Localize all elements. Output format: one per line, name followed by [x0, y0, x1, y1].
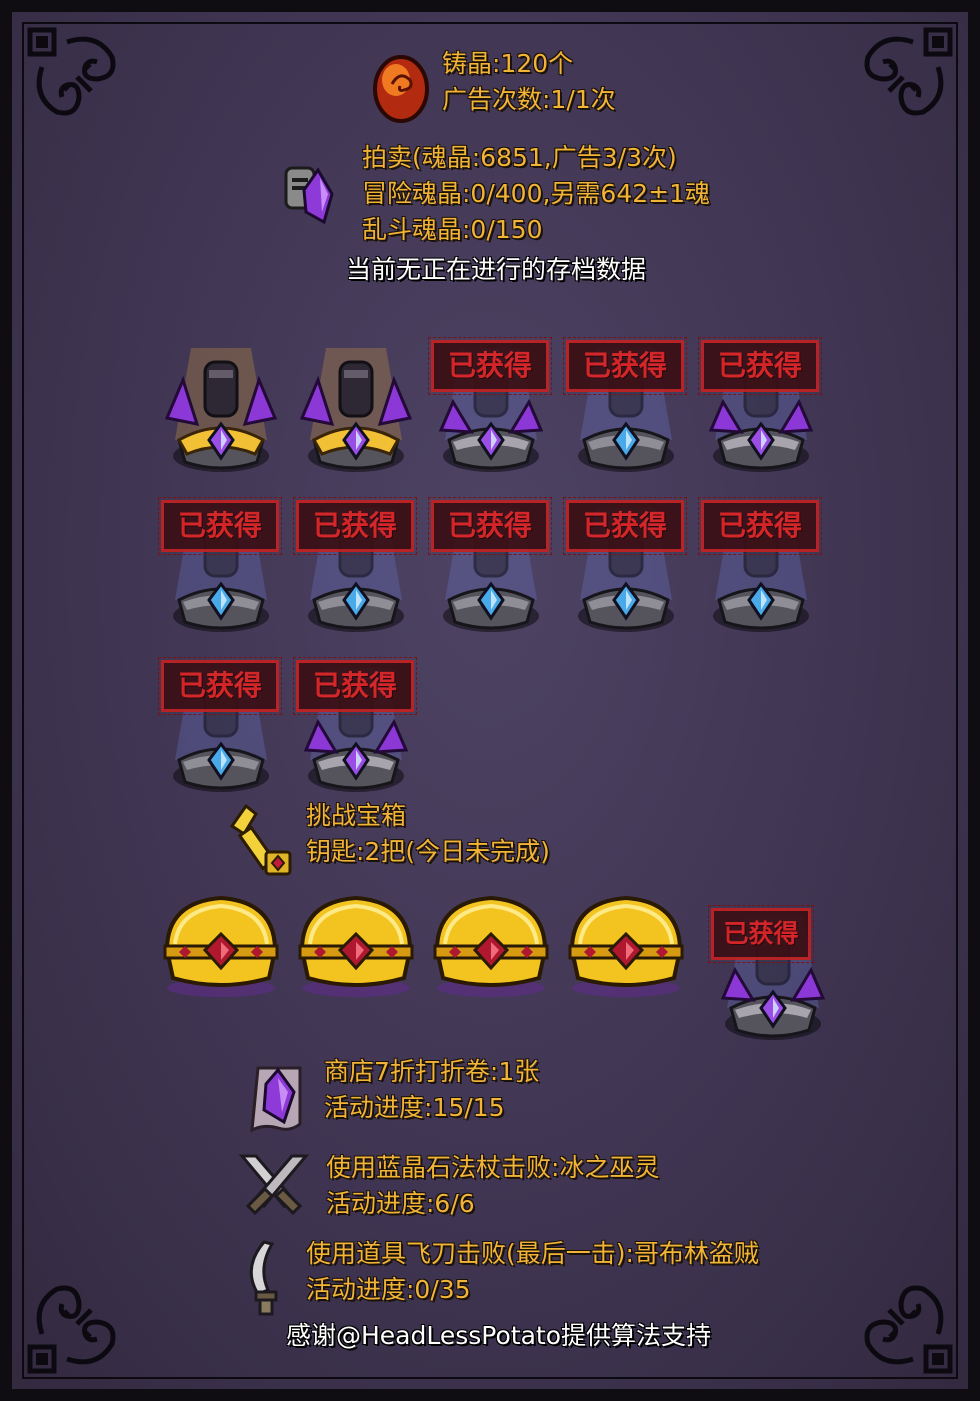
reward-slot-golden-helm: 已获得 [157, 648, 285, 798]
obtained-stamp: 已获得 [428, 497, 552, 555]
reward-slot-golden-beast: 已获得 [697, 488, 825, 638]
red-soul-gem-icon [370, 52, 432, 124]
treasure-chest-icon[interactable] [292, 888, 420, 998]
reward-slot-shadow-beast: 已获得 [292, 648, 420, 798]
reward-slot-blade: 已获得 [562, 328, 690, 478]
shop-coupon-count: 商店7折打折卷:1张 [324, 1057, 540, 1086]
reward-slot-staff: 已获得 [427, 328, 555, 478]
crossed-swords-icon [236, 1150, 312, 1224]
achievement-panel: 铸晶:120个 广告次数:1/1次 拍卖(魂晶:6851,广告3/3次) 冒险魂… [0, 0, 980, 1401]
save-status-text: 当前无正在进行的存档数据 [346, 255, 647, 284]
reward-slot-golden-axe: 已获得 [427, 488, 555, 638]
corner-ornament-bottom-right [848, 1269, 958, 1379]
knife-quest-progress: 活动进度:0/35 [306, 1275, 471, 1304]
casting-count: 铸晶:120个 [442, 49, 574, 78]
corner-ornament-top-left [22, 22, 132, 132]
reward-slot-mace: 已获得 [157, 488, 285, 638]
golden-key-icon [226, 800, 296, 880]
auction-soul-gem-info: 拍卖(魂晶:6851,广告3/3次) [362, 143, 677, 172]
obtained-stamp: 已获得 [563, 337, 687, 395]
shop-event-progress: 活动进度:15/15 [324, 1093, 505, 1122]
obtained-stamp: 已获得 [158, 657, 282, 715]
staff-quest-progress: 活动进度:6/6 [326, 1189, 475, 1218]
reward-slot-chest-reward: 已获得 [708, 896, 837, 1046]
reward-slot-dark-knight [157, 328, 285, 478]
obtained-stamp: 已获得 [563, 497, 687, 555]
obtained-stamp: 已获得 [428, 337, 552, 395]
obtained-stamp: 已获得 [698, 337, 822, 395]
obtained-stamp: 已获得 [708, 905, 814, 963]
treasure-chest-icon[interactable] [562, 888, 690, 998]
obtained-stamp: 已获得 [293, 657, 417, 715]
challenge-chest-title: 挑战宝箱 [306, 801, 407, 830]
challenge-key-count: 钥匙:2把(今日未完成) [306, 837, 550, 866]
staff-quest-title: 使用蓝晶石法杖击败:冰之巫灵 [326, 1153, 660, 1182]
obtained-stamp: 已获得 [293, 497, 417, 555]
corner-ornament-bottom-left [22, 1269, 132, 1379]
reward-slot-red-warrior: 已获得 [292, 488, 420, 638]
reward-slot-red-knight: 已获得 [697, 328, 825, 478]
throwing-knife-icon [238, 1238, 300, 1318]
treasure-chest-icon[interactable] [157, 888, 285, 998]
knife-quest-title: 使用道具飞刀击败(最后一击):哥布林盗贼 [306, 1239, 759, 1268]
obtained-stamp: 已获得 [158, 497, 282, 555]
reward-slot-ring [292, 328, 420, 478]
adventure-soul-gem-progress: 冒险魂晶:0/400,另需642±1魂 [362, 179, 710, 208]
corner-ornament-top-right [848, 22, 958, 132]
treasure-chest-icon[interactable] [427, 888, 555, 998]
credits-text: 感谢@HeadLessPotato提供算法支持 [286, 1321, 711, 1350]
obtained-stamp: 已获得 [698, 497, 822, 555]
brawl-soul-gem-progress: 乱斗魂晶:0/150 [362, 215, 543, 244]
auction-crystal-helmet-icon [282, 160, 344, 226]
casting-ad-count: 广告次数:1/1次 [442, 85, 616, 114]
reward-slot-goblin: 已获得 [562, 488, 690, 638]
discount-coupon-icon [244, 1062, 310, 1134]
